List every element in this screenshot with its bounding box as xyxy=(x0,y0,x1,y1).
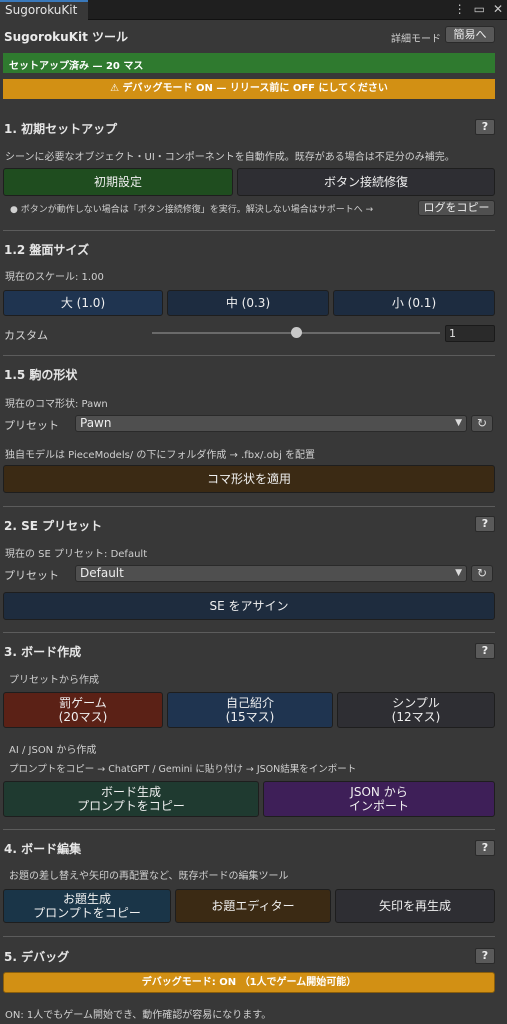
board-edit-description: お題の差し替えや矢印の再配置など、既存ボードの編集ツール xyxy=(9,871,289,882)
section-debug-title: 5. デバッグ xyxy=(4,950,70,964)
piece-preset-refresh-icon[interactable]: ↻ xyxy=(471,415,493,432)
board-prompt-line1: ボード生成 xyxy=(100,785,161,799)
divider xyxy=(3,632,495,633)
se-preset-label: プリセット xyxy=(4,569,59,582)
board-prompt-line2: プロンプトをコピー xyxy=(77,799,185,813)
piece-preset-label: プリセット xyxy=(4,419,59,432)
custom-model-note: 独自モデルは PieceModels/ の下にフォルダ作成 → .fbx/.ob… xyxy=(5,450,316,461)
repair-button-connections-button[interactable]: ボタン接続修復 xyxy=(237,168,495,196)
simple-preset-count: (12マス) xyxy=(391,710,441,724)
penalty-game-count: (20マス) xyxy=(58,710,108,724)
assign-se-button[interactable]: SE をアサイン xyxy=(3,592,495,620)
maximize-icon[interactable]: ▭ xyxy=(474,2,485,16)
section-board-edit-title: 4. ボード編集 xyxy=(4,842,82,856)
setup-tip: ● ボタンが動作しない場合は「ボタン接続修復」を実行。解決しない場合はサポートへ… xyxy=(10,205,374,215)
divider xyxy=(3,355,495,356)
topic-prompt-line1: お題生成 xyxy=(62,892,111,906)
scale-small-button[interactable]: 小 (0.1) xyxy=(333,290,495,316)
penalty-game-label: 罰ゲーム xyxy=(59,696,107,710)
topic-prompt-line2: プロンプトをコピー xyxy=(33,906,141,920)
debug-warning-bar: ⚠ デバッグモード ON — リリース前に OFF にしてください xyxy=(3,79,495,99)
simple-preset-button[interactable]: シンプル (12マス) xyxy=(337,692,495,728)
divider xyxy=(3,230,495,231)
json-import-button[interactable]: JSON から インポート xyxy=(263,781,495,817)
custom-scale-label: カスタム xyxy=(4,329,48,342)
se-preset-value: Default xyxy=(80,566,124,580)
section-piece-shape-title: 1.5 駒の形状 xyxy=(4,368,78,382)
se-preset-dropdown[interactable]: Default ▼ xyxy=(75,565,467,582)
debug-help-button[interactable]: ? xyxy=(475,948,495,964)
regenerate-arrows-button[interactable]: 矢印を再生成 xyxy=(335,889,495,923)
board-edit-help-button[interactable]: ? xyxy=(475,840,495,856)
self-intro-preset-button[interactable]: 自己紹介 (15マス) xyxy=(167,692,333,728)
ai-json-note: プロンプトをコピー → ChatGPT / Gemini に貼り付け → JSO… xyxy=(9,764,357,775)
window-tab-bar: SugorokuKit ⋮ ▭ ✕ xyxy=(0,0,507,20)
json-import-line1: JSON から xyxy=(350,785,408,799)
debug-mode-toggle-button[interactable]: デバッグモード: ON （1人でゲーム開始可能） xyxy=(3,972,495,993)
se-preset-refresh-icon[interactable]: ↻ xyxy=(471,565,493,582)
copy-log-button[interactable]: ログをコピー xyxy=(418,200,495,216)
divider xyxy=(3,936,495,937)
current-scale-label: 現在のスケール: 1.00 xyxy=(5,272,104,283)
tab-sugorokukit[interactable]: SugorokuKit xyxy=(0,0,88,20)
init-setup-button[interactable]: 初期設定 xyxy=(3,168,233,196)
custom-scale-slider-handle[interactable] xyxy=(291,327,302,338)
ai-json-label: AI / JSON から作成 xyxy=(9,745,97,756)
piece-preset-value: Pawn xyxy=(80,416,112,430)
section-se-preset-title: 2. SE プリセット xyxy=(4,519,103,533)
window-title: SugorokuKit ツール xyxy=(4,30,129,44)
topic-prompt-copy-button[interactable]: お題生成 プロンプトをコピー xyxy=(3,889,171,923)
apply-piece-shape-button[interactable]: コマ形状を適用 xyxy=(3,465,495,493)
simple-mode-button[interactable]: 簡易へ xyxy=(445,26,495,43)
scale-medium-button[interactable]: 中 (0.3) xyxy=(167,290,329,316)
dropdown-arrow-icon: ▼ xyxy=(455,418,462,428)
section-board-size-title: 1.2 盤面サイズ xyxy=(4,243,90,257)
section-setup-title: 1. 初期セットアップ xyxy=(4,122,118,136)
board-prompt-copy-button[interactable]: ボード生成 プロンプトをコピー xyxy=(3,781,259,817)
divider xyxy=(3,829,495,830)
penalty-game-preset-button[interactable]: 罰ゲーム (20マス) xyxy=(3,692,163,728)
scale-large-button[interactable]: 大 (1.0) xyxy=(3,290,163,316)
more-options-icon[interactable]: ⋮ xyxy=(454,2,466,16)
custom-scale-input[interactable]: 1 xyxy=(445,325,495,342)
piece-preset-dropdown[interactable]: Pawn ▼ xyxy=(75,415,467,432)
board-create-help-button[interactable]: ? xyxy=(475,643,495,659)
close-icon[interactable]: ✕ xyxy=(493,2,503,16)
self-intro-count: (15マス) xyxy=(225,710,275,724)
current-piece-shape-label: 現在のコマ形状: Pawn xyxy=(5,399,108,410)
detail-mode-label: 詳細モード xyxy=(391,34,441,45)
json-import-line2: インポート xyxy=(348,799,409,813)
section-board-create-title: 3. ボード作成 xyxy=(4,645,82,659)
from-preset-label: プリセットから作成 xyxy=(9,675,99,686)
self-intro-label: 自己紹介 xyxy=(225,696,274,710)
current-se-preset-label: 現在の SE プリセット: Default xyxy=(5,549,148,560)
simple-preset-label: シンプル xyxy=(392,696,440,710)
debug-note: ON: 1人でもゲーム開始でき、動作確認が容易になります。 xyxy=(5,1010,272,1021)
setup-description: シーンに必要なオブジェクト・UI・コンポーネントを自動作成。既存がある場合は不足… xyxy=(5,152,455,163)
se-help-button[interactable]: ? xyxy=(475,516,495,532)
tab-controls: ⋮ ▭ ✕ xyxy=(454,2,503,16)
topic-editor-button[interactable]: お題エディター xyxy=(175,889,331,923)
setup-status-bar: セットアップ済み — 20 マス xyxy=(3,53,495,73)
dropdown-arrow-icon: ▼ xyxy=(455,568,462,578)
setup-help-button[interactable]: ? xyxy=(475,119,495,135)
divider xyxy=(3,506,495,507)
